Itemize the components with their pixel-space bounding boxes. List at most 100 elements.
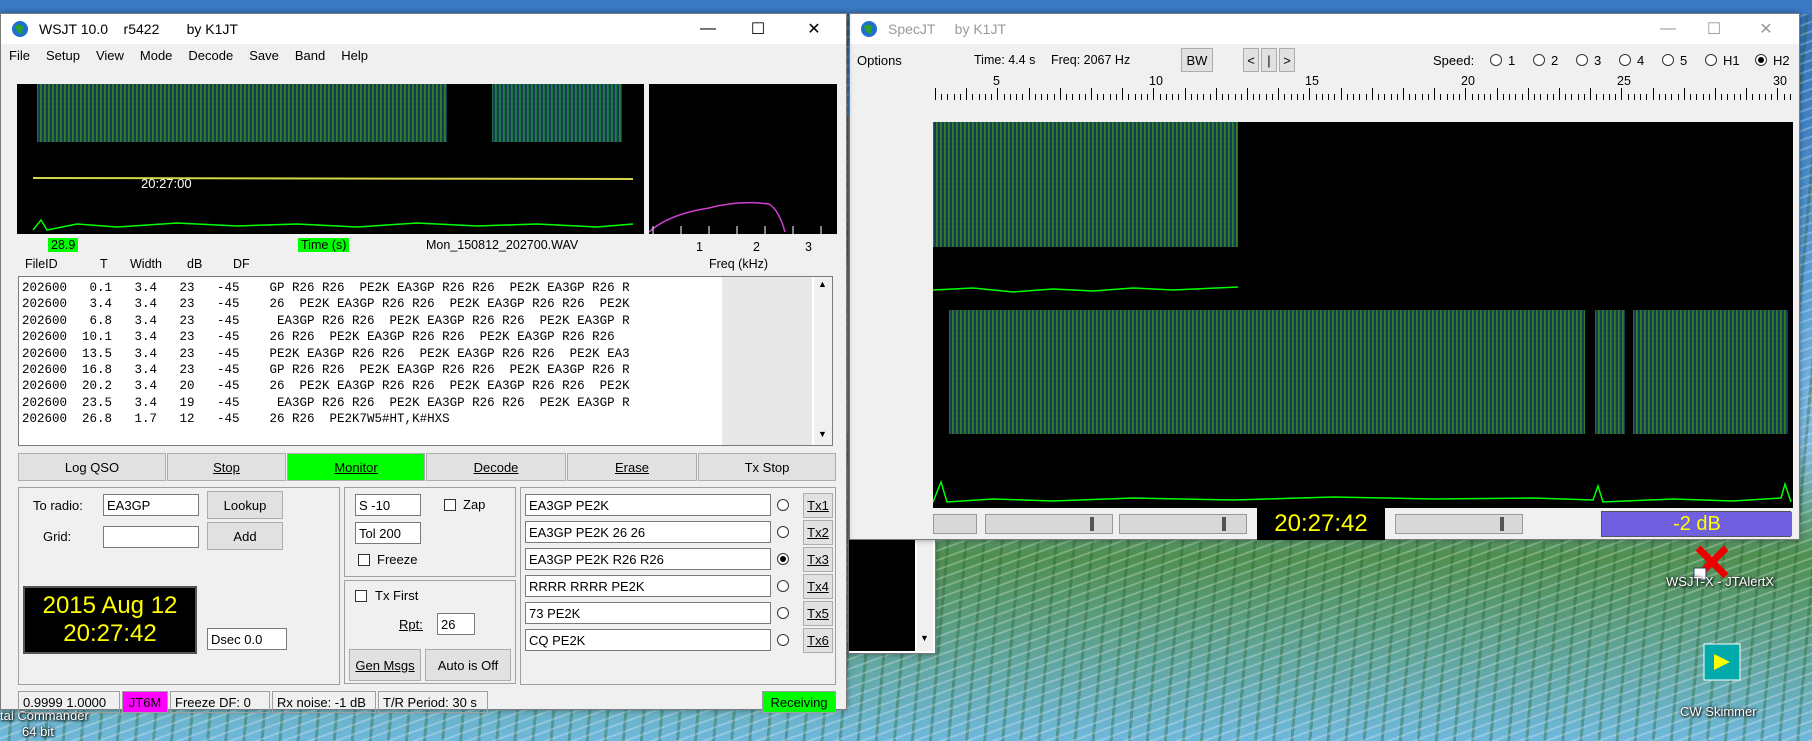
menu-item-mode[interactable]: Mode bbox=[132, 48, 181, 63]
menu-item-view[interactable]: View bbox=[88, 48, 132, 63]
dsec-field[interactable]: Dsec 0.0 bbox=[207, 628, 287, 650]
scroll-down-icon[interactable]: ▼ bbox=[818, 429, 827, 439]
freeze-checkbox[interactable] bbox=[358, 554, 370, 566]
tx-message-4-input[interactable]: RRRR RRRR PE2K bbox=[525, 575, 771, 597]
specjt-window[interactable]: SpecJT by K1JT — ☐ ✕ Options Time: 4.4 s… bbox=[849, 13, 1800, 540]
cw-skimmer-label[interactable]: CW Skimmer bbox=[1680, 704, 1757, 719]
tx2-button[interactable]: Tx2 bbox=[803, 520, 833, 545]
tx-message-2-input[interactable]: EA3GP PE2K 26 26 bbox=[525, 521, 771, 543]
decode-row[interactable]: 202600 23.5 3.4 19 -45 EA3GP R26 R26 PE2… bbox=[22, 395, 722, 411]
options-menu[interactable]: Options bbox=[857, 53, 902, 68]
menu-item-help[interactable]: Help bbox=[333, 48, 376, 63]
time-axis-button[interactable]: Time (s) bbox=[298, 238, 350, 252]
scroll-down-icon[interactable]: ▼ bbox=[920, 633, 929, 643]
brightness-slider-thumb[interactable] bbox=[1090, 517, 1094, 531]
decode-row[interactable]: 202600 3.4 3.4 23 -45 26 PE2K EA3GP R26 … bbox=[22, 296, 722, 312]
speed-radio-3[interactable] bbox=[1576, 54, 1588, 66]
minimize-button[interactable]: — bbox=[685, 14, 731, 44]
menu-item-band[interactable]: Band bbox=[287, 48, 333, 63]
nav-right-button[interactable]: > bbox=[1279, 48, 1295, 72]
tx-message-6-input[interactable]: CQ PE2K bbox=[525, 629, 771, 651]
erase-button[interactable]: Erase bbox=[567, 453, 697, 481]
tx-message-1-input[interactable]: EA3GP PE2K bbox=[525, 494, 771, 516]
monitor-button[interactable]: Monitor bbox=[287, 453, 425, 481]
zap-checkbox[interactable] bbox=[444, 499, 456, 511]
gen-msgs-button[interactable]: Gen Msgs bbox=[349, 649, 421, 681]
speed-radio-h1[interactable] bbox=[1705, 54, 1717, 66]
tx-first-checkbox[interactable] bbox=[355, 590, 367, 602]
tx5-button[interactable]: Tx5 bbox=[803, 601, 833, 626]
menu-item-decode[interactable]: Decode bbox=[180, 48, 241, 63]
decode-row[interactable]: 202600 10.1 3.4 23 -45 26 R26 PE2K EA3GP… bbox=[22, 329, 722, 345]
desktop-label-64bit[interactable]: 64 bit bbox=[22, 724, 54, 739]
speed-radio-h2[interactable] bbox=[1755, 54, 1767, 66]
jtalert-label[interactable]: WSJT-X - JTAlertX bbox=[1666, 574, 1774, 589]
decode-button[interactable]: Decode bbox=[426, 453, 566, 481]
tx-message-3-input[interactable]: EA3GP PE2K R26 R26 bbox=[525, 548, 771, 570]
speed-radio-5[interactable] bbox=[1662, 54, 1674, 66]
cw-skimmer-icon[interactable] bbox=[1700, 640, 1744, 684]
menu-item-file[interactable]: File bbox=[1, 48, 38, 63]
contrast-slider-thumb[interactable] bbox=[1222, 517, 1226, 531]
tx1-button[interactable]: Tx1 bbox=[803, 493, 833, 518]
add-button[interactable]: Add bbox=[207, 522, 283, 550]
speed-radio-4[interactable] bbox=[1619, 54, 1631, 66]
tx-message-5-input[interactable]: 73 PE2K bbox=[525, 602, 771, 624]
speed-radio-1[interactable] bbox=[1490, 54, 1502, 66]
gain-slider[interactable] bbox=[1395, 514, 1523, 534]
tx-message-4-radio[interactable] bbox=[777, 580, 789, 592]
to-radio-input[interactable]: EA3GP bbox=[103, 494, 199, 516]
decode-row[interactable]: 202600 6.8 3.4 23 -45 EA3GP R26 R26 PE2K… bbox=[22, 313, 722, 329]
decode-row[interactable]: 202600 13.5 3.4 23 -45 PE2K EA3GP R26 R2… bbox=[22, 346, 722, 362]
tx-message-2-radio[interactable] bbox=[777, 526, 789, 538]
gain-slider-thumb[interactable] bbox=[1500, 517, 1504, 531]
tx-message-5-radio[interactable] bbox=[777, 607, 789, 619]
ruler-tick bbox=[1247, 88, 1248, 100]
tx-message-1-radio[interactable] bbox=[777, 499, 789, 511]
tx-message-6-radio[interactable] bbox=[777, 634, 789, 646]
tx4-button[interactable]: Tx4 bbox=[803, 574, 833, 599]
tx-message-3-radio[interactable] bbox=[777, 553, 789, 565]
maximize-button[interactable]: ☐ bbox=[735, 14, 781, 44]
bw-button[interactable]: BW bbox=[1181, 48, 1213, 72]
menu-item-setup[interactable]: Setup bbox=[38, 48, 88, 63]
decode-row[interactable]: 202600 20.2 3.4 20 -45 26 PE2K EA3GP R26… bbox=[22, 378, 722, 394]
rpt-input[interactable]: 26 bbox=[437, 613, 475, 635]
close-button[interactable]: ✕ bbox=[1743, 14, 1789, 44]
menu-item-save[interactable]: Save bbox=[241, 48, 287, 63]
log-qso-button[interactable]: Log QSO bbox=[18, 453, 166, 481]
decode-list[interactable]: 202600 0.1 3.4 23 -45 GP R26 R26 PE2K EA… bbox=[18, 276, 833, 446]
tol-field[interactable]: Tol 200 bbox=[355, 522, 421, 544]
minimize-button[interactable]: — bbox=[1645, 14, 1691, 44]
ruler-tick bbox=[1565, 94, 1567, 100]
close-button[interactable]: ✕ bbox=[791, 14, 837, 44]
ruler-tick bbox=[1122, 88, 1124, 100]
contrast-slider[interactable] bbox=[1119, 514, 1247, 534]
lookup-button[interactable]: Lookup bbox=[207, 491, 283, 519]
wsjt-titlebar[interactable]: WSJT 10.0 r5422 by K1JT — ☐ ✕ bbox=[1, 14, 846, 44]
tx3-button[interactable]: Tx3 bbox=[803, 547, 833, 572]
grid-input[interactable] bbox=[103, 526, 199, 548]
speed-radio-2[interactable] bbox=[1533, 54, 1545, 66]
status-mode[interactable]: JT6M bbox=[122, 691, 168, 713]
decode-scrollbar[interactable]: ▲ ▼ bbox=[814, 277, 832, 445]
stop-button[interactable]: Stop bbox=[167, 453, 286, 481]
auto-button[interactable]: Auto is Off bbox=[425, 649, 511, 681]
scroll-up-icon[interactable]: ▲ bbox=[818, 279, 827, 289]
slider-1[interactable] bbox=[933, 514, 977, 534]
ruler-tick bbox=[1783, 94, 1785, 100]
decode-row[interactable]: 202600 26.8 1.7 12 -45 26 R26 PE2K7W5#HT… bbox=[22, 411, 722, 427]
tx6-button[interactable]: Tx6 bbox=[803, 628, 833, 653]
wsjt-waterfall[interactable]: 20:27:00 bbox=[17, 84, 644, 234]
tx-stop-button[interactable]: Tx Stop bbox=[698, 453, 836, 481]
wsjt-window[interactable]: WSJT 10.0 r5422 by K1JT — ☐ ✕ File Setup V… bbox=[0, 13, 847, 713]
nav-center-button[interactable]: | bbox=[1261, 48, 1277, 72]
specjt-waterfall[interactable] bbox=[933, 122, 1793, 508]
brightness-slider[interactable] bbox=[985, 514, 1113, 534]
specjt-titlebar[interactable]: SpecJT by K1JT — ☐ ✕ bbox=[850, 14, 1799, 44]
maximize-button[interactable]: ☐ bbox=[1691, 14, 1737, 44]
decode-row[interactable]: 202600 16.8 3.4 23 -45 GP R26 R26 PE2K E… bbox=[22, 362, 722, 378]
s-field[interactable]: S -10 bbox=[355, 494, 421, 516]
decode-row[interactable]: 202600 0.1 3.4 23 -45 GP R26 R26 PE2K EA… bbox=[22, 280, 722, 296]
nav-left-button[interactable]: < bbox=[1243, 48, 1259, 72]
